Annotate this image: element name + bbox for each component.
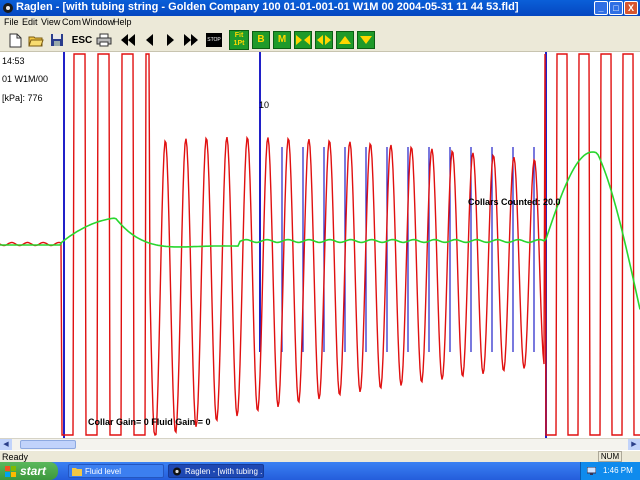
acoustic-signal-trace	[0, 53, 640, 436]
menu-window[interactable]: Window	[82, 16, 114, 28]
app-icon	[173, 467, 181, 476]
new-file-icon[interactable]	[6, 31, 24, 49]
scroll-left-arrow[interactable]: ◀	[0, 439, 12, 450]
scroll-thumb[interactable]	[20, 440, 76, 449]
menu-bar: File Edit View Com Window Help	[0, 16, 640, 28]
title-bar[interactable]: Raglen - [with tubing string - Golden Co…	[0, 0, 640, 16]
zoom-out-horizontal-icon[interactable]	[315, 31, 333, 49]
b-button[interactable]: B	[252, 31, 270, 49]
trace-canvas	[0, 52, 640, 438]
system-tray: 1:46 PM	[580, 462, 640, 480]
menu-edit[interactable]: Edit	[22, 16, 38, 28]
step-back-icon[interactable]	[141, 31, 159, 49]
horizontal-scrollbar[interactable]: ◀ ▶	[0, 438, 640, 450]
scale-down-icon[interactable]	[357, 31, 375, 49]
scale-up-icon[interactable]	[336, 31, 354, 49]
windows-flag-icon	[5, 466, 16, 477]
folder-icon	[72, 468, 82, 476]
task-raglen[interactable]: Raglen - [with tubing ...	[168, 464, 264, 478]
print-icon[interactable]	[95, 31, 113, 49]
collars-counted-label: Collars Counted: 20.0	[468, 197, 561, 207]
menu-view[interactable]: View	[41, 16, 60, 28]
fit-label-bottom: 1Pt	[233, 40, 245, 47]
menu-com[interactable]: Com	[62, 16, 81, 28]
window-title: Raglen - [with tubing string - Golden Co…	[16, 1, 519, 13]
network-icon[interactable]	[587, 467, 596, 475]
marker-label: 10	[259, 100, 270, 110]
maximize-button[interactable]: □	[609, 1, 623, 15]
time-readout: 14:53	[2, 56, 25, 66]
pressure-readout: [kPa]: 776	[2, 93, 43, 103]
num-lock-indicator: NUM	[598, 451, 622, 462]
fit-label-top: Fit	[234, 32, 244, 39]
clock: 1:46 PM	[603, 466, 633, 475]
menu-file[interactable]: File	[4, 16, 19, 28]
application-window: Raglen - [with tubing string - Golden Co…	[0, 0, 640, 462]
start-button[interactable]: start	[0, 462, 58, 480]
menu-help[interactable]: Help	[113, 16, 132, 28]
open-folder-icon[interactable]	[27, 31, 45, 49]
task-fluid-level[interactable]: Fluid level	[68, 464, 164, 478]
minimize-button[interactable]: _	[594, 1, 608, 15]
gain-readout: Collar Gain= 0 Fluid Gain = 0	[88, 417, 211, 427]
task-label: Fluid level	[85, 467, 122, 476]
acoustic-trace-plot[interactable]: 14:53 01 W1M/00 [kPa]: 776 10 Collars Co…	[0, 52, 640, 438]
esc-button[interactable]: ESC	[72, 31, 93, 49]
save-icon[interactable]	[48, 31, 66, 49]
rewind-icon[interactable]	[119, 31, 137, 49]
zoom-in-horizontal-icon[interactable]	[294, 31, 312, 49]
status-bar: Ready NUM	[0, 450, 640, 462]
stop-icon[interactable]: STOP	[206, 33, 222, 47]
scroll-right-arrow[interactable]: ▶	[628, 439, 640, 450]
toolbar: ESC STOP Fit 1Pt B M	[0, 28, 640, 52]
app-icon	[3, 3, 13, 13]
taskbar: start Fluid level Raglen - [with tubing …	[0, 462, 640, 480]
task-label: Raglen - [with tubing ...	[185, 467, 264, 476]
start-label: start	[20, 464, 47, 478]
m-button[interactable]: M	[273, 31, 291, 49]
close-button[interactable]: X	[624, 1, 638, 15]
well-id-readout: 01 W1M/00	[2, 74, 49, 84]
fit-button[interactable]: Fit 1Pt	[229, 30, 249, 50]
fast-forward-icon[interactable]	[182, 31, 200, 49]
play-icon[interactable]	[161, 31, 179, 49]
